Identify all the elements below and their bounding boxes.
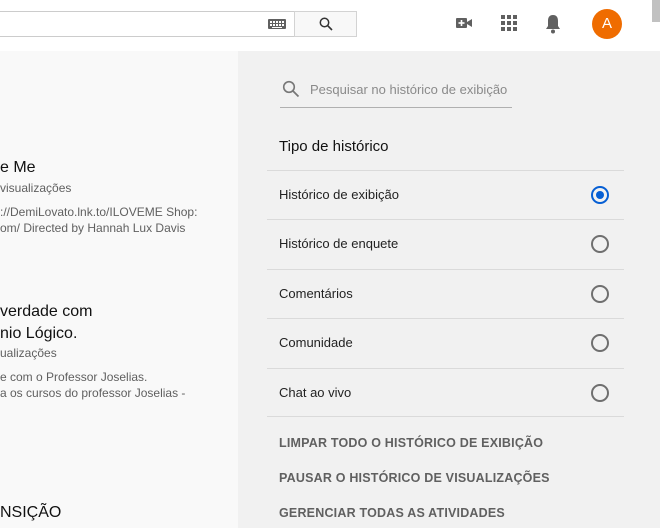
notifications-icon[interactable] <box>544 14 562 34</box>
video-title[interactable]: e Me <box>0 157 36 179</box>
history-type-live-chat[interactable]: Chat ao vivo <box>267 368 624 417</box>
radio-button[interactable] <box>591 384 609 402</box>
history-type-comments[interactable]: Comentários <box>267 269 624 318</box>
masthead: A <box>0 0 660 51</box>
option-label: Chat ao vivo <box>279 385 352 400</box>
history-sidebar: Pesquisar no histórico de exibição Tipo … <box>238 51 660 528</box>
video-title[interactable]: verdade com <box>0 301 93 323</box>
history-type-poll[interactable]: Histórico de enquete <box>267 219 624 268</box>
history-type-watch[interactable]: Histórico de exibição <box>267 170 624 219</box>
video-description: ://DemiLovato.lnk.to/ILOVEME Shop: <box>0 205 198 219</box>
avatar[interactable]: A <box>592 9 622 39</box>
radio-button[interactable] <box>591 285 609 303</box>
video-description: a os cursos do professor Joselias - <box>0 386 186 400</box>
create-video-icon[interactable] <box>455 14 473 32</box>
video-title[interactable]: nio Lógico. <box>0 323 77 345</box>
history-video-list: e Me visualizações ://DemiLovato.lnk.to/… <box>0 51 238 528</box>
option-label: Comunidade <box>279 335 353 350</box>
keyboard-icon[interactable] <box>268 19 286 29</box>
history-type-title: Tipo de histórico <box>279 138 389 155</box>
clear-history-button[interactable]: LIMPAR TODO O HISTÓRICO DE EXIBIÇÃO <box>279 436 543 450</box>
video-description: e com o Professor Joselias. <box>0 370 148 384</box>
history-search-input[interactable]: Pesquisar no histórico de exibição <box>280 79 512 108</box>
pause-history-button[interactable]: PAUSAR O HISTÓRICO DE VISUALIZAÇÕES <box>279 471 550 485</box>
search-icon <box>319 17 333 31</box>
video-title[interactable]: NSIÇÃO <box>0 502 61 524</box>
manage-activity-button[interactable]: GERENCIAR TODAS AS ATIVIDADES <box>279 506 505 520</box>
radio-button[interactable] <box>591 334 609 352</box>
scrollbar-thumb[interactable] <box>652 0 660 22</box>
apps-icon[interactable] <box>500 14 518 32</box>
search-input[interactable] <box>0 11 294 37</box>
history-type-community[interactable]: Comunidade <box>267 318 624 367</box>
radio-button[interactable] <box>591 235 609 253</box>
video-views: ualizações <box>0 346 57 360</box>
video-views: visualizações <box>0 181 72 195</box>
option-label: Histórico de exibição <box>279 187 399 202</box>
search-button[interactable] <box>294 11 357 37</box>
option-label: Comentários <box>279 286 353 301</box>
history-search-placeholder: Pesquisar no histórico de exibição <box>310 82 508 97</box>
radio-button-selected[interactable] <box>591 186 609 204</box>
option-label: Histórico de enquete <box>279 236 399 251</box>
search-icon <box>282 80 300 98</box>
video-description: om/ Directed by Hannah Lux Davis <box>0 221 186 235</box>
